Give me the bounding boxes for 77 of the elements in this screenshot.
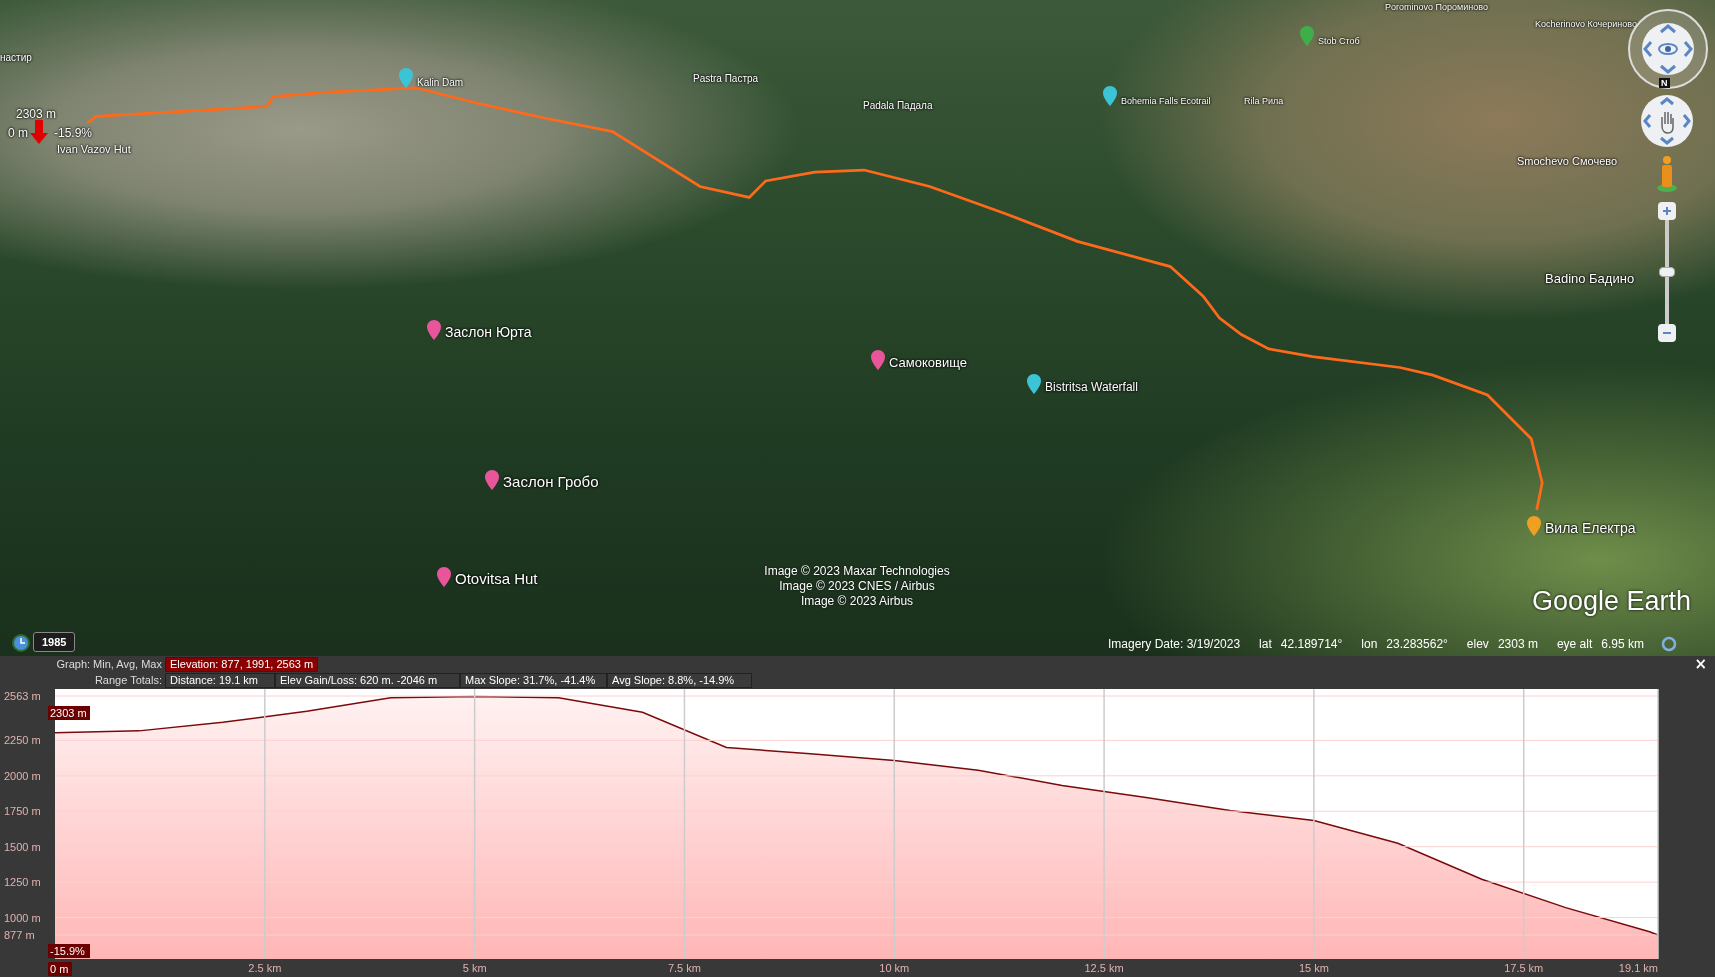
- place-label: Rila Рила: [1244, 96, 1284, 106]
- cursor-slope-tag: -15.9%: [48, 944, 90, 958]
- slider-thumb[interactable]: [1659, 267, 1675, 277]
- imagery-attribution: Image © 2023 Maxar Technologies: [764, 564, 950, 579]
- placemark-pin-icon[interactable]: [485, 470, 499, 490]
- place-label: Заслон Гробо: [503, 473, 599, 490]
- place-label: Stob Стоб: [1318, 36, 1360, 46]
- status-text: elev: [1466, 637, 1489, 651]
- place-label: Bistritsa Waterfall: [1045, 380, 1138, 394]
- x-axis-label: 7.5 km: [667, 962, 701, 974]
- range-total: Avg Slope: 8.8%, -14.9%: [607, 672, 752, 688]
- pegman-icon[interactable]: [1656, 155, 1678, 193]
- move-control-icon[interactable]: [1640, 94, 1694, 148]
- place-label: Padala Падала: [863, 100, 933, 111]
- place-label: Ivan Vazov Hut: [57, 143, 131, 155]
- x-axis-label: 15 km: [1298, 962, 1329, 974]
- range-total: Max Slope: 31.7%, -41.4%: [460, 672, 607, 688]
- north-indicator[interactable]: N: [1659, 78, 1670, 88]
- down-arrow-icon: [30, 120, 48, 144]
- placemark-pin-icon[interactable]: [427, 320, 441, 340]
- range-total: Distance: 19.1 km: [165, 672, 275, 688]
- place-label: Вила Електра: [1545, 520, 1636, 536]
- placemark-pin-icon[interactable]: [1103, 86, 1117, 106]
- cursor-distance-tag: 0 m: [48, 962, 72, 976]
- status-text: 42.189714°: [1280, 637, 1343, 651]
- elevation-readout: 2303 m: [16, 107, 57, 121]
- place-label: Самоковище: [889, 355, 967, 370]
- range-total: Elev Gain/Loss: 620 m. -2046 m: [275, 672, 460, 688]
- y-axis-label: 2000 m: [4, 769, 41, 782]
- app-logo: Google Earth: [1532, 586, 1692, 617]
- status-text: lat: [1259, 637, 1272, 651]
- x-axis-label: 17.5 km: [1504, 962, 1544, 974]
- place-label: Kocherinovo Кочериново: [1535, 19, 1637, 29]
- close-button[interactable]: ×: [1694, 655, 1707, 673]
- status-text: 6.95 km: [1601, 637, 1644, 651]
- x-axis-label: 19.1 km: [1618, 962, 1658, 974]
- placemark-pin-icon[interactable]: [1027, 374, 1041, 394]
- y-axis-label: 877 m: [4, 929, 35, 941]
- place-label: Otovitsa Hut: [455, 570, 538, 587]
- y-axis-label: 2563 m: [4, 690, 41, 702]
- zoom-out-icon[interactable]: [1658, 324, 1676, 342]
- graph-label: Graph: Min, Avg, Max: [55, 658, 163, 670]
- y-axis-label: 1500 m: [4, 840, 41, 853]
- status-text: lon: [1361, 637, 1378, 651]
- graph-option[interactable]: Elevation: 877, 1991, 2563 m: [165, 656, 319, 672]
- place-label: Pastra Пастра: [693, 73, 759, 84]
- distance-readout: 0 m: [8, 126, 28, 140]
- place-label: настир: [0, 52, 32, 63]
- imagery-attribution: Image © 2023 Airbus: [800, 594, 914, 609]
- status-text: Imagery Date: 3/19/2023: [1108, 637, 1241, 651]
- status-text: eye alt: [1556, 637, 1593, 651]
- place-label: Badino Бадино: [1545, 271, 1635, 286]
- status-text: 2303 m: [1497, 637, 1538, 651]
- imagery-attribution: Image © 2023 CNES / Airbus: [779, 579, 935, 594]
- y-axis-label: 1750 m: [4, 805, 41, 818]
- x-axis-label: 12.5 km: [1084, 962, 1124, 974]
- place-label: Smochevo Смочево: [1517, 155, 1618, 167]
- clock-icon[interactable]: [12, 634, 30, 652]
- x-axis-label: 2.5 km: [248, 962, 282, 974]
- y-axis-label: 1000 m: [4, 911, 41, 924]
- place-label: Kalin Dam: [417, 77, 464, 88]
- x-axis-label: 5 km: [462, 962, 487, 974]
- cursor-elevation-tag: 2303 m: [48, 706, 90, 720]
- placemark-pin-icon[interactable]: [437, 567, 451, 587]
- x-axis-label: 10 km: [879, 962, 910, 974]
- y-axis-label: 2250 m: [4, 734, 41, 747]
- place-label: Заслон Юрта: [445, 324, 532, 340]
- range-totals-label: Range Totals:: [93, 674, 163, 686]
- loading-ring-icon: [1660, 636, 1677, 652]
- status-text: 23.283562°: [1386, 637, 1448, 651]
- place-label: Porominovo Пороминово: [1385, 2, 1488, 12]
- y-axis-label: 1250 m: [4, 876, 41, 889]
- zoom-in-icon[interactable]: [1658, 202, 1676, 220]
- place-label: Bohemia Falls Ecotrail: [1121, 96, 1211, 106]
- placemark-pin-icon[interactable]: [871, 350, 885, 370]
- slope-readout: -15.9%: [54, 126, 93, 140]
- historical-imagery-button[interactable]: 1985: [33, 632, 76, 652]
